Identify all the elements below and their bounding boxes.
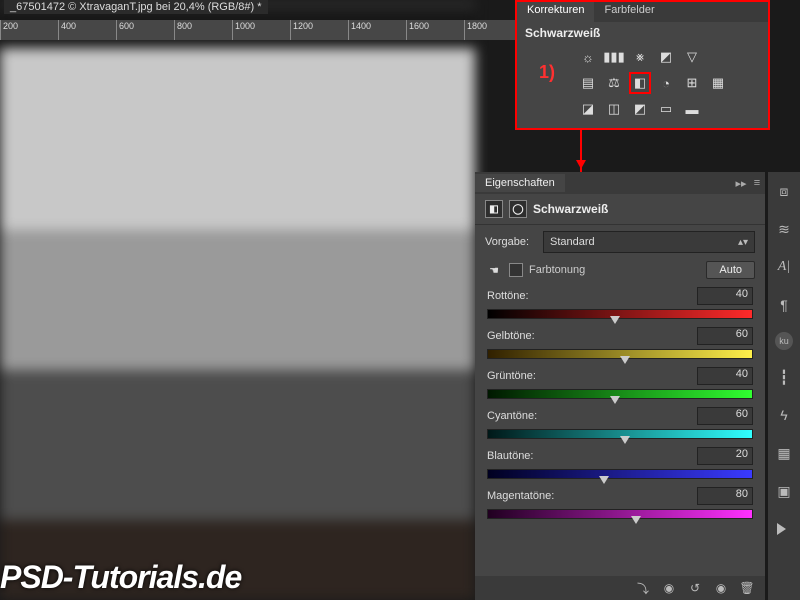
ruler-mark: 800 xyxy=(174,20,232,40)
slider-label: Magentatöne: xyxy=(487,490,554,502)
horizontal-ruler: 2004006008001000120014001600180020002200… xyxy=(0,20,540,40)
slider-track[interactable] xyxy=(487,389,753,399)
ruler-mark: 200 xyxy=(0,20,58,40)
ruler-mark: 1600 xyxy=(406,20,464,40)
mask-icon[interactable]: ◯ xyxy=(509,200,527,218)
view-previous-icon[interactable]: ◉ xyxy=(661,581,677,595)
tab-farbfelder[interactable]: Farbfelder xyxy=(594,2,664,22)
auto-button[interactable]: Auto xyxy=(706,261,755,279)
annotation-step-1: 1) xyxy=(539,62,555,83)
slider-thumb[interactable] xyxy=(599,476,609,489)
slider-label: Grüntöne: xyxy=(487,370,536,382)
adjustment-type-icon: ◧ xyxy=(485,200,503,218)
slider-cyan: Cyantöne: 60 xyxy=(475,401,765,441)
dock-image-icon[interactable]: ▣ xyxy=(773,480,795,502)
collapse-icon[interactable]: ▸▸ xyxy=(733,177,749,190)
slider-value-input[interactable]: 60 xyxy=(697,407,753,425)
preset-value: Standard xyxy=(550,236,595,248)
canvas-viewport[interactable] xyxy=(0,0,475,600)
watermark-text: PSD-Tutorials.de xyxy=(0,559,241,596)
slider-track[interactable] xyxy=(487,469,753,479)
color-balance-icon[interactable]: ⚖ xyxy=(603,72,625,94)
slider-label: Rottöne: xyxy=(487,290,529,302)
tint-label: Farbtonung xyxy=(529,264,585,276)
slider-track[interactable] xyxy=(487,509,753,519)
photo-filter-icon[interactable]: ◔ xyxy=(655,72,677,94)
properties-panel: Eigenschaften ▸▸ ≡ ◧ ◯ Schwarzweiß Vorga… xyxy=(475,172,765,600)
channel-mixer-icon[interactable]: ⊞ xyxy=(681,72,703,94)
exposure-icon[interactable]: ◩ xyxy=(655,46,677,68)
slider-value-input[interactable]: 40 xyxy=(697,367,753,385)
dock-type-icon[interactable]: A| xyxy=(773,256,795,278)
dock-ruler-icon[interactable]: ┇ xyxy=(773,366,795,388)
hue-icon[interactable]: ▤ xyxy=(577,72,599,94)
vibrance-icon[interactable]: ▽ xyxy=(681,46,703,68)
selective-color-icon[interactable]: ▬ xyxy=(681,98,703,120)
annotation-arrow xyxy=(580,128,582,173)
slider-thumb[interactable] xyxy=(610,316,620,329)
trash-icon[interactable]: 🗑 xyxy=(739,581,755,595)
slider-label: Cyantöne: xyxy=(487,410,537,422)
threshold-icon[interactable]: ◩ xyxy=(629,98,651,120)
dock-layers-icon[interactable]: ≋ xyxy=(773,218,795,240)
slider-track[interactable] xyxy=(487,349,753,359)
ruler-mark: 600 xyxy=(116,20,174,40)
tab-eigenschaften[interactable]: Eigenschaften xyxy=(475,174,565,192)
curves-icon[interactable]: ⨳ xyxy=(629,46,651,68)
right-dock: ⧈ ≋ A| ¶ ku ┇ ϟ ▦ ▣ xyxy=(768,172,800,600)
adjustment-name: Schwarzweiß xyxy=(533,202,608,216)
slider-track[interactable] xyxy=(487,429,753,439)
targeted-adjust-tool-icon[interactable]: ☚ xyxy=(485,261,503,279)
panel-menu-icon[interactable]: ≡ xyxy=(749,177,765,189)
dock-paragraph-icon[interactable]: ¶ xyxy=(773,294,795,316)
color-lookup-icon[interactable]: ▦ xyxy=(707,72,729,94)
tint-checkbox[interactable] xyxy=(509,263,523,277)
slider-track[interactable] xyxy=(487,309,753,319)
dock-lightning-icon[interactable]: ϟ xyxy=(773,404,795,426)
dock-grid-icon[interactable]: ▦ xyxy=(773,442,795,464)
clip-to-layer-icon[interactable]: ⤵ xyxy=(635,580,651,597)
slider-label: Gelbtöne: xyxy=(487,330,535,342)
tab-korrekturen[interactable]: Korrekturen xyxy=(517,2,594,22)
brightness-icon[interactable]: ☼ xyxy=(577,46,599,68)
ruler-mark: 1400 xyxy=(348,20,406,40)
slider-magenta: Magentatöne: 80 xyxy=(475,481,765,521)
slider-thumb[interactable] xyxy=(620,356,630,369)
adjustments-panel: Korrekturen Farbfelder Schwarzweiß 1) ☼▮… xyxy=(515,0,770,130)
visibility-icon[interactable]: ◉ xyxy=(713,581,729,595)
gradient-map-icon[interactable]: ▭ xyxy=(655,98,677,120)
dock-kuler-icon[interactable]: ku xyxy=(775,332,793,350)
invert-icon[interactable]: ◪ xyxy=(577,98,599,120)
slider-thumb[interactable] xyxy=(610,396,620,409)
slider-red: Rottöne: 40 xyxy=(475,281,765,321)
slider-label: Blautöne: xyxy=(487,450,533,462)
slider-value-input[interactable]: 80 xyxy=(697,487,753,505)
dock-3d-icon[interactable]: ⧈ xyxy=(773,180,795,202)
chevron-updown-icon: ▴▾ xyxy=(738,237,748,248)
dock-play-icon[interactable] xyxy=(773,518,795,540)
preset-label: Vorgabe: xyxy=(485,236,537,248)
preset-dropdown[interactable]: Standard ▴▾ xyxy=(543,231,755,253)
ruler-mark: 1800 xyxy=(464,20,522,40)
slider-yellow: Gelbtöne: 60 xyxy=(475,321,765,361)
adjustment-hover-name: Schwarzweiß xyxy=(517,22,768,44)
ruler-mark: 1000 xyxy=(232,20,290,40)
slider-value-input[interactable]: 60 xyxy=(697,327,753,345)
slider-thumb[interactable] xyxy=(620,436,630,449)
ruler-mark: 1200 xyxy=(290,20,348,40)
black-white-icon[interactable]: ◧ xyxy=(629,72,651,94)
ruler-mark: 400 xyxy=(58,20,116,40)
slider-thumb[interactable] xyxy=(631,516,641,529)
document-tab[interactable]: _67501472 © XtravaganT.jpg bei 20,4% (RG… xyxy=(4,0,268,14)
posterize-icon[interactable]: ◫ xyxy=(603,98,625,120)
reset-icon[interactable]: ↺ xyxy=(687,581,703,595)
slider-value-input[interactable]: 40 xyxy=(697,287,753,305)
levels-icon[interactable]: ▮▮▮ xyxy=(603,46,625,68)
slider-value-input[interactable]: 20 xyxy=(697,447,753,465)
